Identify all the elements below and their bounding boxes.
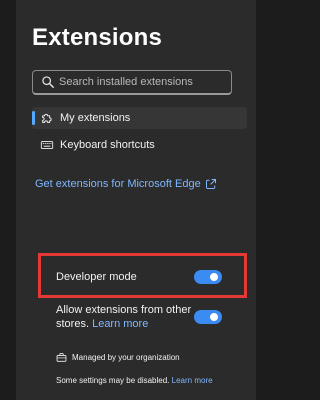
briefcase-icon (56, 353, 67, 362)
keyboard-icon (40, 141, 54, 149)
search-input[interactable] (59, 74, 227, 90)
allow-other-stores-label: Allow extensions from other stores. Lear… (56, 303, 201, 331)
allow-other-stores-learn-more-link[interactable]: Learn more (92, 318, 148, 330)
external-link-icon (205, 179, 216, 189)
extensions-panel: Extensions My extensions Keyboard shortc… (16, 0, 256, 400)
search-box[interactable] (32, 70, 232, 95)
managed-label: Managed by your organization (72, 353, 180, 362)
developer-mode-toggle[interactable] (194, 270, 222, 284)
settings-disabled-text: Some settings may be disabled. (56, 376, 170, 385)
managed-by-organization: Managed by your organization (56, 352, 180, 363)
active-item-indicator (32, 111, 35, 125)
sidebar-item-keyboard-shortcuts[interactable]: Keyboard shortcuts (32, 134, 247, 156)
puzzle-icon (42, 113, 52, 123)
search-icon (42, 76, 54, 88)
page-title: Extensions (32, 24, 163, 51)
get-extensions-link[interactable]: Get extensions for Microsoft Edge (35, 178, 217, 190)
get-extensions-link-label: Get extensions for Microsoft Edge (35, 178, 201, 190)
toggle-knob (210, 273, 218, 281)
sidebar-item-label: Keyboard shortcuts (60, 139, 155, 151)
allow-other-stores-toggle[interactable] (194, 310, 222, 324)
settings-disabled-note: Some settings may be disabled. Learn mor… (56, 376, 213, 385)
managed-learn-more-link[interactable]: Learn more (172, 376, 213, 385)
toggle-knob (210, 313, 218, 321)
developer-mode-label: Developer mode (56, 271, 137, 283)
sidebar-item-my-extensions[interactable]: My extensions (32, 107, 247, 129)
sidebar-item-label: My extensions (60, 112, 131, 124)
